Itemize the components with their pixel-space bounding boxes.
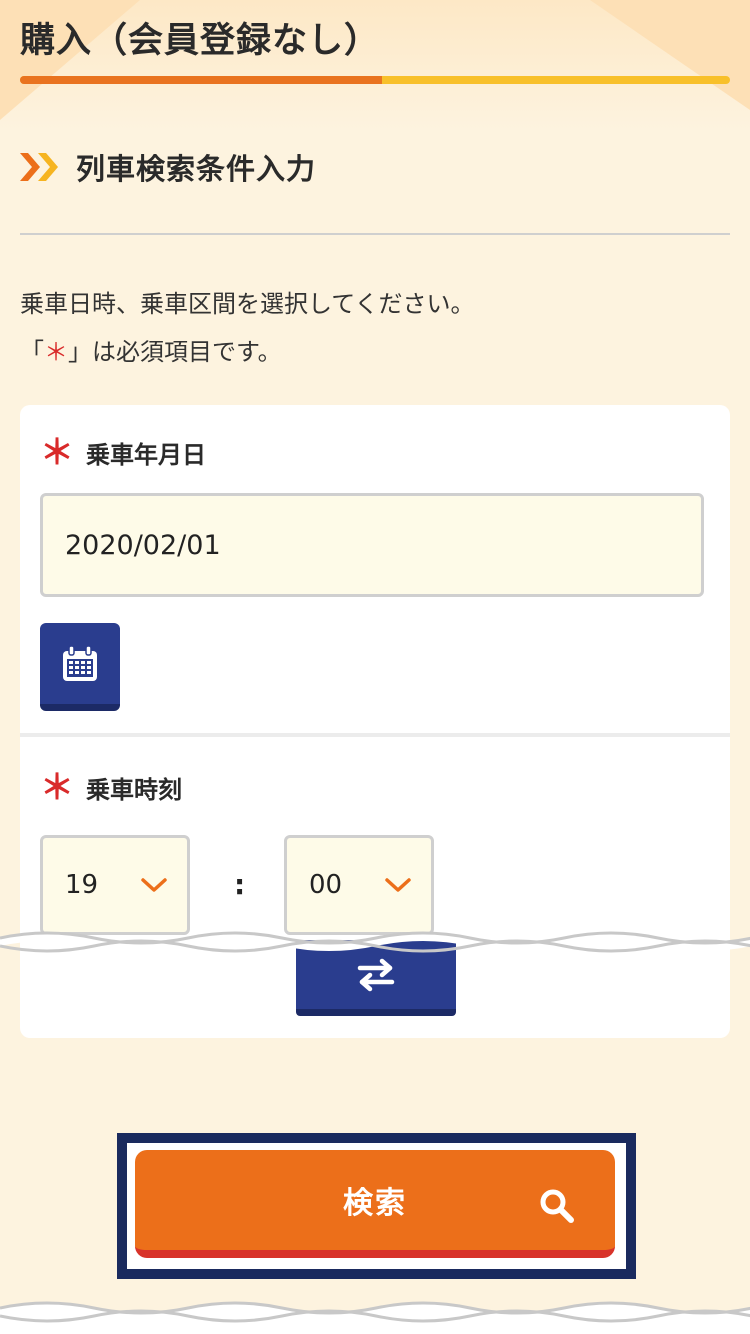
search-icon <box>540 1189 574 1223</box>
wavy-cut-divider-bottom <box>0 1301 750 1334</box>
section-title: 列車検索条件入力 <box>76 152 317 186</box>
progress-bar <box>20 76 730 84</box>
search-button[interactable]: 検索 <box>135 1150 615 1258</box>
section-heading: 列車検索条件入力 <box>20 145 316 189</box>
double-chevron-icon <box>20 153 58 181</box>
required-note: 「＊」は必須項目です。 <box>20 328 475 376</box>
field-separator <box>20 733 730 737</box>
progress-fill <box>20 76 383 84</box>
required-note-text: 」は必須項目です。 <box>68 338 282 366</box>
page-title: 購入（会員登録なし） <box>20 21 381 61</box>
time-label: ＊ 乗車時刻 <box>40 770 182 805</box>
divider <box>20 233 730 235</box>
chevron-down-icon <box>385 878 411 892</box>
search-frame-inner: 検索 <box>127 1143 626 1269</box>
date-label-text: 乗車年月日 <box>86 441 206 469</box>
required-star: ＊ <box>40 767 74 808</box>
required-star: ＊ <box>44 338 68 366</box>
calendar-icon <box>63 644 97 681</box>
bracket-open: 「 <box>20 338 44 366</box>
instructions: 乗車日時、乗車区間を選択してください。 「＊」は必須項目です。 <box>20 280 475 376</box>
required-star: ＊ <box>40 432 74 473</box>
minute-value: 00 <box>309 870 343 900</box>
hour-value: 19 <box>65 870 99 900</box>
date-label: ＊ 乗車年月日 <box>40 435 206 470</box>
time-label-text: 乗車時刻 <box>86 776 182 804</box>
date-input[interactable]: 2020/02/01 <box>40 493 704 597</box>
search-button-label: 検索 <box>343 1186 407 1221</box>
instruction-line: 乗車日時、乗車区間を選択してください。 <box>20 290 475 318</box>
swap-arrows-icon <box>357 958 395 991</box>
search-highlight-frame: 検索 <box>117 1133 636 1279</box>
calendar-button[interactable] <box>40 623 120 711</box>
wavy-cut-divider <box>0 931 750 953</box>
time-separator: : <box>234 868 246 901</box>
chevron-down-icon <box>141 878 167 892</box>
